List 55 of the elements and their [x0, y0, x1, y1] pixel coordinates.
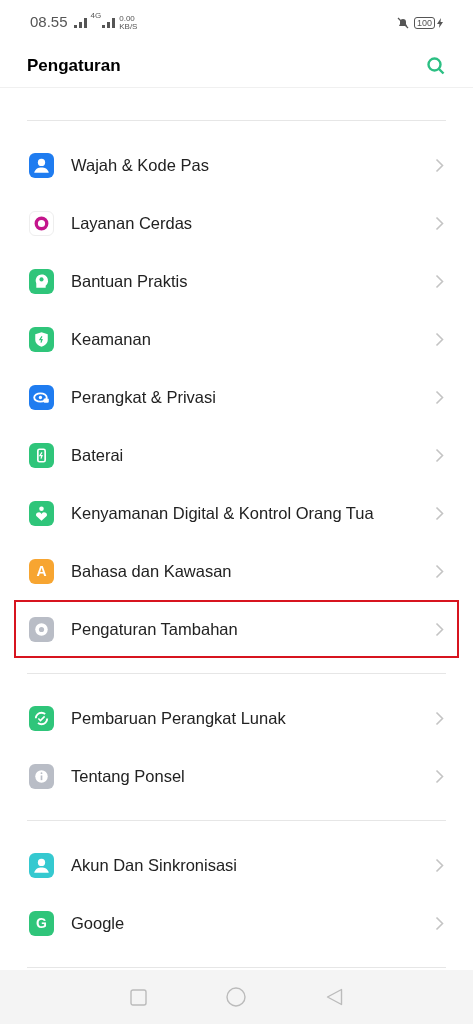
chevron-icon [435, 389, 444, 405]
row-label: Akun Dan Sinkronisasi [71, 854, 237, 876]
row-label: Pengaturan Tambahan [71, 618, 238, 640]
settings-row[interactable]: Baterai [14, 426, 459, 484]
app-icon: A [29, 558, 54, 584]
settings-row[interactable]: Wajah & Kode Pas [14, 136, 459, 194]
clock: 08.55 [30, 12, 68, 33]
settings-row[interactable]: Kenyamanan Digital & Kontrol Orang Tua [14, 484, 459, 542]
chevron-icon [435, 505, 444, 521]
row-label: Bahasa dan Kawasan [71, 560, 232, 582]
row-label: Google [71, 912, 125, 934]
chevron-icon [435, 621, 444, 637]
bell-off-icon [396, 16, 409, 29]
row-label: Layanan Cerdas [71, 212, 193, 234]
settings-row[interactable]: Pengaturan Tambahan [14, 600, 459, 658]
page-title: Pengaturan [27, 55, 121, 78]
chevron-icon [435, 447, 444, 463]
row-label: Keamanan [71, 328, 151, 350]
settings-row[interactable]: Perangkat & Privasi [14, 368, 459, 426]
settings-row[interactable]: Keamanan [14, 310, 459, 368]
square-icon[interactable] [129, 988, 147, 1006]
chevron-icon [435, 157, 444, 173]
chevron-icon [435, 857, 444, 873]
chevron-icon [435, 563, 444, 579]
row-label: Pembaruan Perangkat Lunak [71, 707, 286, 729]
app-icon: G [29, 910, 54, 936]
chevron-icon [435, 915, 444, 931]
row-label: Wajah & Kode Pas [71, 154, 209, 176]
chevron-icon [435, 331, 444, 347]
signal-icon [73, 17, 88, 28]
settings-row[interactable]: G Google [14, 894, 459, 952]
row-label: Baterai [71, 444, 124, 466]
network-speed: 0.00 [119, 14, 136, 23]
chevron-icon [435, 215, 444, 231]
search-icon[interactable] [426, 56, 446, 76]
settings-row[interactable]: Layanan Cerdas [14, 194, 459, 252]
charging-icon [437, 17, 443, 28]
settings-row[interactable]: Pembaruan Perangkat Lunak [14, 689, 459, 747]
row-label: Kenyamanan Digital & Kontrol Orang Tua [71, 502, 374, 524]
speed-unit: KB/S [119, 22, 138, 31]
settings-row[interactable]: A Bahasa dan Kawasan [14, 542, 459, 600]
settings-row[interactable]: Akun Dan Sinkronisasi [14, 836, 459, 894]
back-icon[interactable] [326, 988, 344, 1006]
settings-row[interactable]: Tentang Ponsel [14, 747, 459, 805]
chevron-icon [435, 273, 444, 289]
network-type: 4G [90, 12, 102, 20]
chevron-icon [435, 710, 444, 726]
chevron-icon [435, 768, 444, 784]
battery-level: 100 [413, 16, 435, 29]
settings-row[interactable]: Bantuan Praktis [14, 252, 459, 310]
row-label: Tentang Ponsel [71, 765, 185, 787]
row-label: Perangkat & Privasi [71, 386, 216, 408]
home-icon[interactable] [226, 987, 247, 1007]
row-label: Bantuan Praktis [71, 270, 188, 292]
signal-icon [102, 17, 117, 28]
